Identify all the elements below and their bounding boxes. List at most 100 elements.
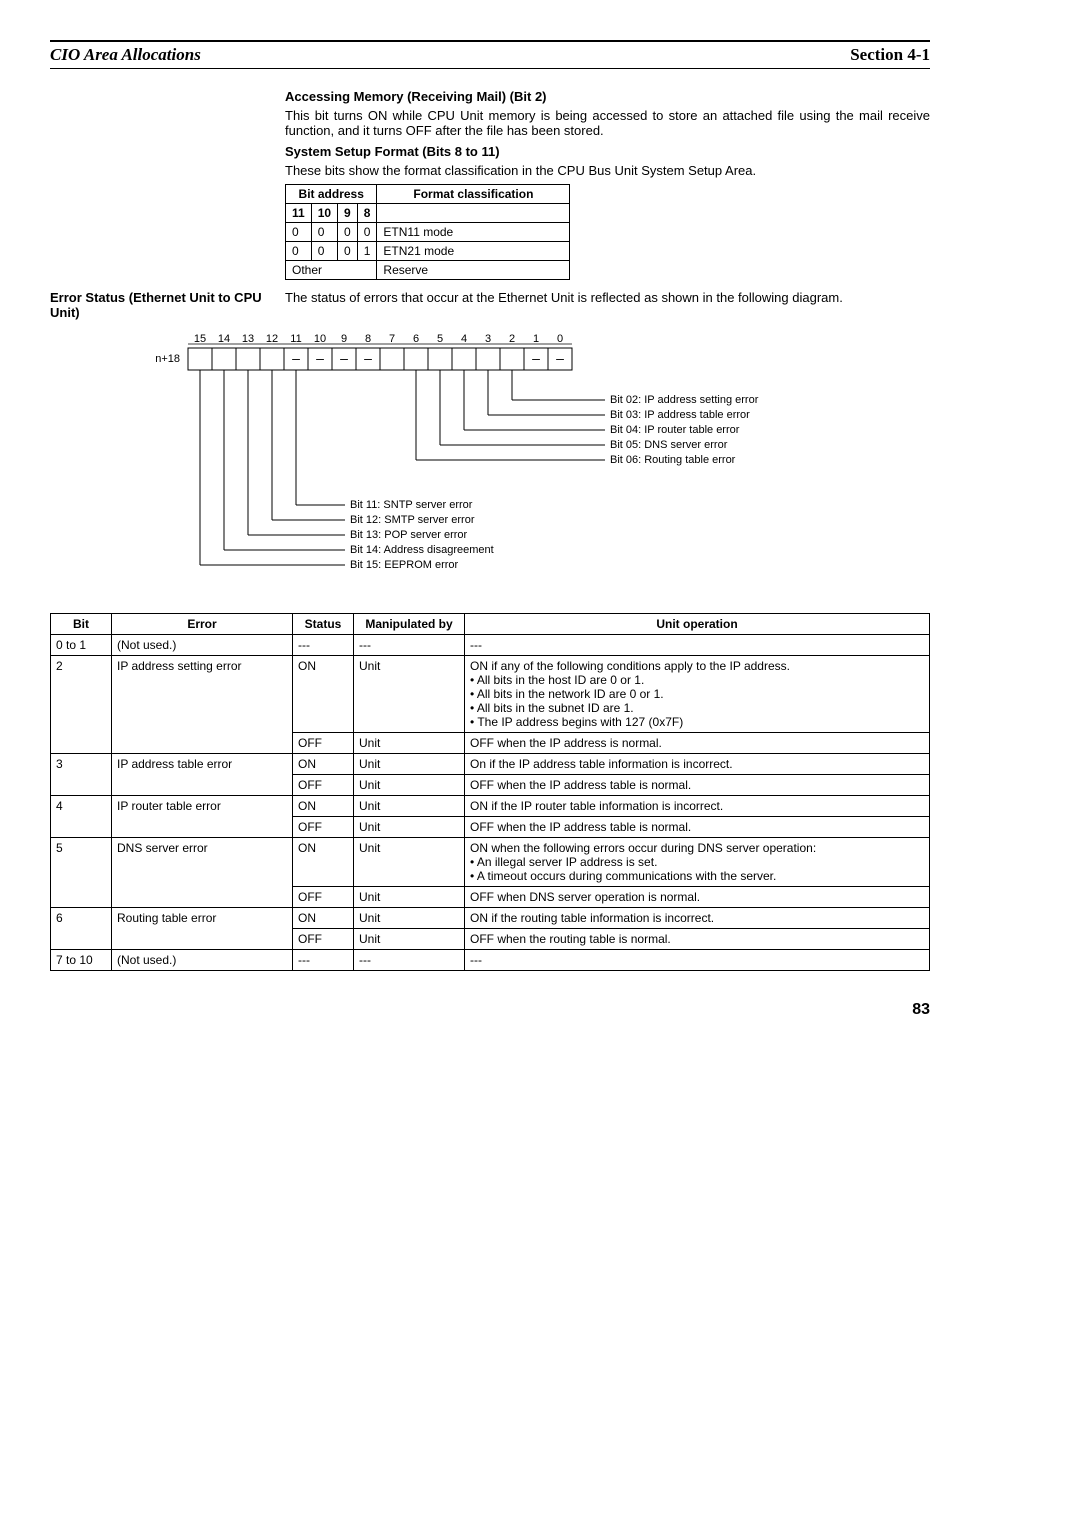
td: OFF — [293, 817, 354, 838]
diag-label: Bit 12: SMTP server error — [350, 514, 475, 526]
op-line: • A timeout occurs during communications… — [470, 869, 924, 883]
td: 0 — [311, 242, 337, 261]
side-label: Error Status (Ethernet Unit to CPU Unit) — [50, 290, 285, 320]
bit-num: 2 — [509, 333, 515, 345]
op-line: • All bits in the host ID are 0 or 1. — [470, 673, 924, 687]
th-empty — [377, 204, 570, 223]
td: ON — [293, 838, 354, 887]
td: OFF — [293, 887, 354, 908]
diag-label: Bit 06: Routing table error — [610, 454, 736, 466]
op-line: • All bits in the subnet ID are 1. — [470, 701, 924, 715]
td: Unit — [354, 775, 465, 796]
bit-num: 15 — [194, 333, 206, 345]
op-line: • All bits in the network ID are 0 or 1. — [470, 687, 924, 701]
td: OFF when the IP address is normal. — [465, 733, 930, 754]
th-col: 10 — [311, 204, 337, 223]
table-row: 2 IP address setting error ON Unit ON if… — [51, 656, 930, 733]
svg-text:–: – — [316, 350, 324, 366]
th-col: 11 — [286, 204, 312, 223]
td: ON — [293, 754, 354, 775]
bit-num: 6 — [413, 333, 419, 345]
td: Unit — [354, 887, 465, 908]
td: 0 — [311, 223, 337, 242]
td: 0 — [338, 242, 358, 261]
bit-num: 13 — [242, 333, 254, 345]
heading-bit2: Accessing Memory (Receiving Mail) (Bit 2… — [285, 89, 930, 104]
td: --- — [354, 635, 465, 656]
td: 0 — [357, 223, 377, 242]
table-row: 7 to 10 (Not used.) --- --- --- — [51, 950, 930, 971]
svg-text:–: – — [364, 350, 372, 366]
td: 7 to 10 — [51, 950, 112, 971]
op-line: ON if any of the following conditions ap… — [470, 659, 924, 673]
row-label: n+18 — [155, 353, 180, 365]
td: ON if the routing table information is i… — [465, 908, 930, 929]
heading-bits8-11: System Setup Format (Bits 8 to 11) — [285, 144, 930, 159]
diag-label: Bit 11: SNTP server error — [350, 499, 473, 511]
td: DNS server error — [112, 838, 293, 908]
diag-label: Bit 13: POP server error — [350, 529, 468, 541]
td: ON if any of the following conditions ap… — [465, 656, 930, 733]
diag-label: Bit 14: Address disagreement — [350, 544, 494, 556]
op-line: ON when the following errors occur durin… — [470, 841, 924, 855]
td: Unit — [354, 796, 465, 817]
td: Routing table error — [112, 908, 293, 950]
bit-num: 5 — [437, 333, 443, 345]
table-row: 0 0 0 1 ETN21 mode — [286, 242, 570, 261]
th-col: 8 — [357, 204, 377, 223]
th-format: Format classification — [377, 185, 570, 204]
bit-num: 9 — [341, 333, 347, 345]
td: 4 — [51, 796, 112, 838]
table-row: 6 Routing table error ON Unit ON if the … — [51, 908, 930, 929]
td: 3 — [51, 754, 112, 796]
body-bits8-11: These bits show the format classificatio… — [285, 163, 930, 178]
diag-label: Bit 05: DNS server error — [610, 439, 728, 451]
bit-num: 3 — [485, 333, 491, 345]
td: 0 — [286, 223, 312, 242]
section-accessing-memory: Accessing Memory (Receiving Mail) (Bit 2… — [285, 89, 930, 280]
td: 2 — [51, 656, 112, 754]
th: Status — [293, 614, 354, 635]
bit-num: 7 — [389, 333, 395, 345]
td: OFF when the IP address table is normal. — [465, 817, 930, 838]
td: IP address table error — [112, 754, 293, 796]
td: OFF when the routing table is normal. — [465, 929, 930, 950]
td: Unit — [354, 733, 465, 754]
th: Bit — [51, 614, 112, 635]
svg-text:–: – — [556, 350, 564, 366]
td: --- — [293, 635, 354, 656]
page-header: CIO Area Allocations Section 4-1 — [50, 40, 930, 69]
diagram-svg: 15 14 13 12 11 10 9 8 7 6 5 4 3 2 1 0 n+… — [110, 330, 930, 590]
header-right: Section 4-1 — [850, 45, 930, 65]
td: Unit — [354, 838, 465, 887]
error-status-table: Bit Error Status Manipulated by Unit ope… — [50, 613, 930, 971]
bit-diagram: 15 14 13 12 11 10 9 8 7 6 5 4 3 2 1 0 n+… — [110, 330, 930, 593]
table-row: 0 0 0 0 ETN11 mode — [286, 223, 570, 242]
td: Unit — [354, 754, 465, 775]
td: IP router table error — [112, 796, 293, 838]
td: ON if the IP router table information is… — [465, 796, 930, 817]
bit-num: 4 — [461, 333, 467, 345]
body-bit2: This bit turns ON while CPU Unit memory … — [285, 108, 930, 138]
td: ON — [293, 796, 354, 817]
th: Unit operation — [465, 614, 930, 635]
td: 0 to 1 — [51, 635, 112, 656]
td: ON when the following errors occur durin… — [465, 838, 930, 887]
table-row: 11 10 9 8 — [286, 204, 570, 223]
op-line: • The IP address begins with 127 (0x7F) — [470, 715, 924, 729]
th-col: 9 — [338, 204, 358, 223]
td: (Not used.) — [112, 950, 293, 971]
td: ETN21 mode — [377, 242, 570, 261]
td: 0 — [338, 223, 358, 242]
td: 6 — [51, 908, 112, 950]
td: --- — [465, 635, 930, 656]
table-row: 4 IP router table error ON Unit ON if th… — [51, 796, 930, 817]
side-body: The status of errors that occur at the E… — [285, 290, 930, 305]
op-line: • An illegal server IP address is set. — [470, 855, 924, 869]
td: OFF — [293, 733, 354, 754]
td: Unit — [354, 929, 465, 950]
td: 0 — [286, 242, 312, 261]
th: Error — [112, 614, 293, 635]
table-row: Bit Error Status Manipulated by Unit ope… — [51, 614, 930, 635]
diag-label: Bit 04: IP router table error — [610, 424, 740, 436]
